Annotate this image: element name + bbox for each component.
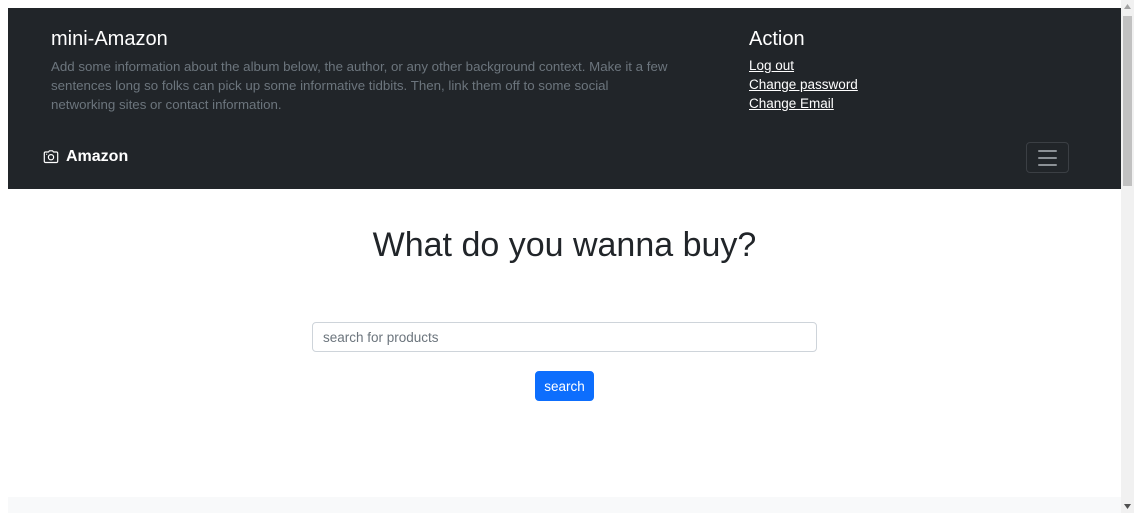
footer-strip (8, 497, 1121, 513)
action-section: Action Log out Change password Change Em… (749, 27, 1049, 113)
search-input[interactable] (312, 322, 817, 352)
change-password-link[interactable]: Change password (749, 77, 858, 92)
action-title: Action (749, 28, 805, 50)
hamburger-line (1038, 163, 1057, 166)
scroll-up-arrow-icon[interactable] (1121, 0, 1134, 13)
action-links: Log out Change password Change Email (749, 56, 1049, 113)
change-email-link[interactable]: Change Email (749, 96, 834, 111)
page-headline: What do you wanna buy? (372, 226, 757, 264)
page: mini-Amazon Add some information about t… (0, 0, 1134, 513)
about-text: Add some information about the album bel… (51, 59, 668, 112)
about-title: mini-Amazon (51, 28, 168, 50)
site-header: mini-Amazon Add some information about t… (8, 8, 1121, 189)
about-section: mini-Amazon Add some information about t… (51, 27, 671, 114)
action-item-logout: Log out (749, 56, 1049, 75)
scrollbar-thumb[interactable] (1123, 16, 1132, 186)
action-item-change-password: Change password (749, 75, 1049, 94)
hamburger-line (1038, 156, 1057, 159)
navbar-brand[interactable]: Amazon (43, 148, 128, 166)
vertical-scrollbar[interactable] (1121, 0, 1134, 513)
action-item-change-email: Change Email (749, 94, 1049, 113)
camera-icon (43, 149, 59, 165)
top-margin (0, 0, 1121, 8)
scroll-down-arrow-icon[interactable] (1121, 500, 1134, 513)
logout-link[interactable]: Log out (749, 58, 794, 73)
navbar-toggler-button[interactable] (1026, 142, 1069, 173)
search-button[interactable]: search (535, 371, 594, 401)
brand-label: Amazon (66, 148, 129, 165)
hamburger-menu-icon (1038, 149, 1057, 152)
